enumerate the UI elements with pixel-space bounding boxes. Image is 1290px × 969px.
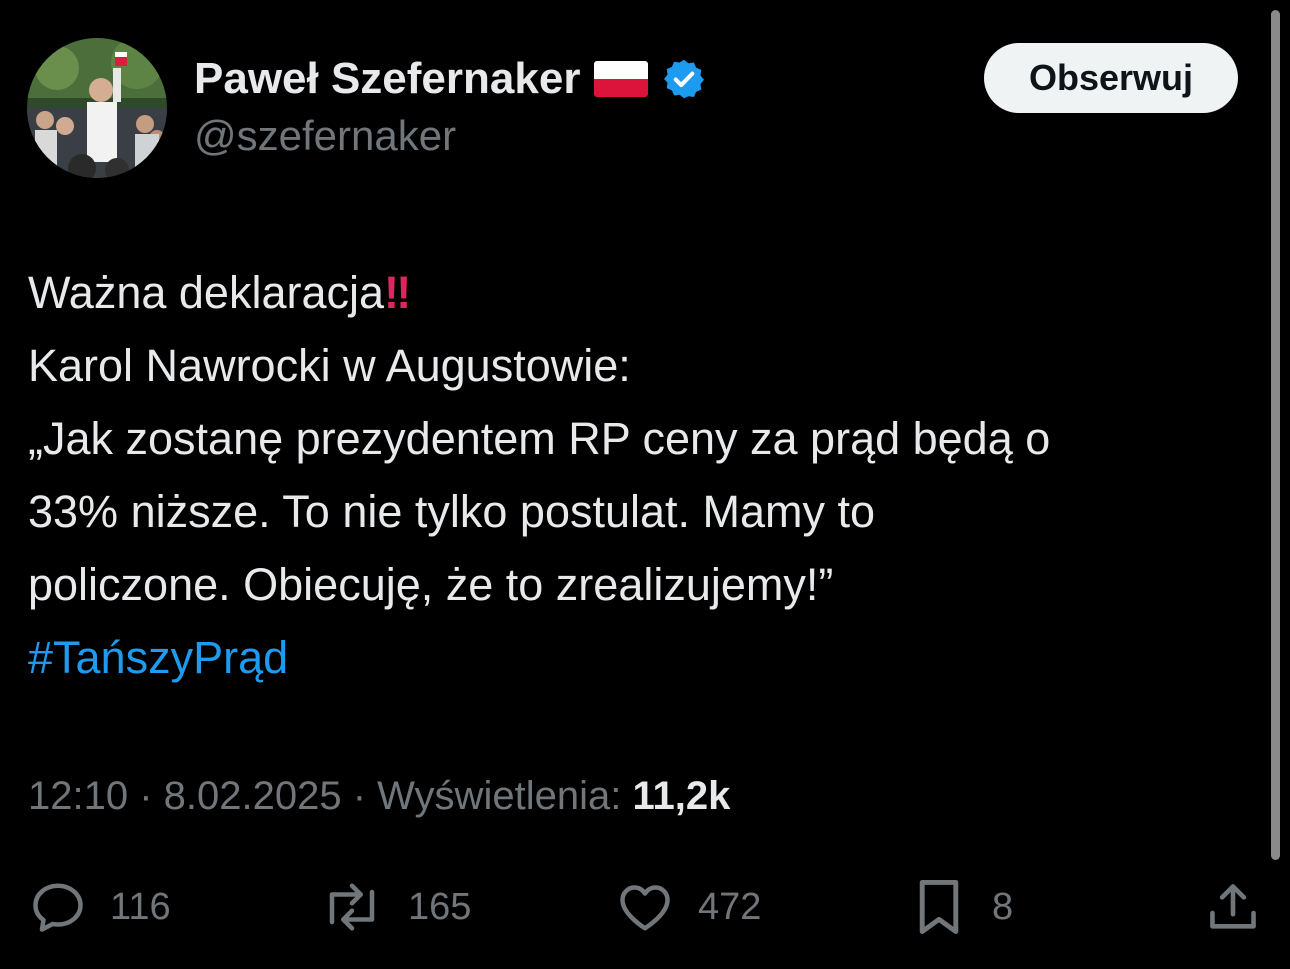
share-button[interactable] [1204,872,1262,942]
heart-icon [620,885,670,931]
poland-flag-icon [594,61,649,97]
action-bar: 116 165 472 8 [0,872,1290,942]
meta-separator-1: · [128,774,164,818]
double-exclamation-icon: ‼ [384,267,411,318]
repost-button[interactable]: 165 [318,872,471,942]
author-display-name[interactable]: Paweł Szefernaker [194,54,580,104]
repost-count: 165 [408,885,472,928]
tweet-meta: 12:10 · 8.02.2025 · Wyświetlenia: 11,2k [28,774,730,819]
views-label: Wyświetlenia: [377,774,622,818]
bookmark-count: 8 [992,885,1014,928]
reply-count: 116 [110,885,171,928]
tweet-line-1-text: Ważna deklaracja [28,267,385,318]
reply-button[interactable]: 116 [28,872,171,942]
author-avatar[interactable] [27,38,167,178]
tweet-date[interactable]: 8.02.2025 [164,774,342,818]
repost-icon [329,883,375,931]
meta-separator-2: · [341,774,378,818]
hashtag-link[interactable]: #TańszyPrąd [28,621,1258,694]
author-name-row[interactable]: Paweł Szefernaker [194,52,706,106]
reply-icon [33,883,83,932]
tweet-text: Ważna deklaracja‼ Karol Nawrocki w Augus… [28,256,1258,694]
like-count: 472 [698,885,762,928]
tweet-line-1: Ważna deklaracja‼ [28,256,1258,329]
tweet-detail-view: Paweł Szefernaker @szefernaker Obserwuj … [0,0,1290,969]
scrollbar[interactable] [1271,10,1280,860]
like-button[interactable]: 472 [614,872,761,942]
tweet-line-4: 33% niższe. To nie tylko postulat. Mamy … [28,486,876,537]
tweet-time[interactable]: 12:10 [28,774,128,818]
share-icon [1210,884,1256,929]
views-count[interactable]: 11,2k [632,774,730,818]
bookmark-button[interactable]: 8 [908,872,1013,942]
tweet-line-5: policzone. Obiecuję, że to zrealizujemy!… [28,559,834,610]
avatar-photo [27,38,167,178]
author-handle[interactable]: @szefernaker [194,112,456,160]
verified-badge-icon[interactable] [662,57,706,101]
bookmark-icon [919,880,959,934]
follow-button[interactable]: Obserwuj [984,43,1238,113]
tweet-line-2: Karol Nawrocki w Augustowie: [28,340,631,391]
tweet-line-3: „Jak zostanę prezydentem RP ceny za prąd… [28,413,1051,464]
